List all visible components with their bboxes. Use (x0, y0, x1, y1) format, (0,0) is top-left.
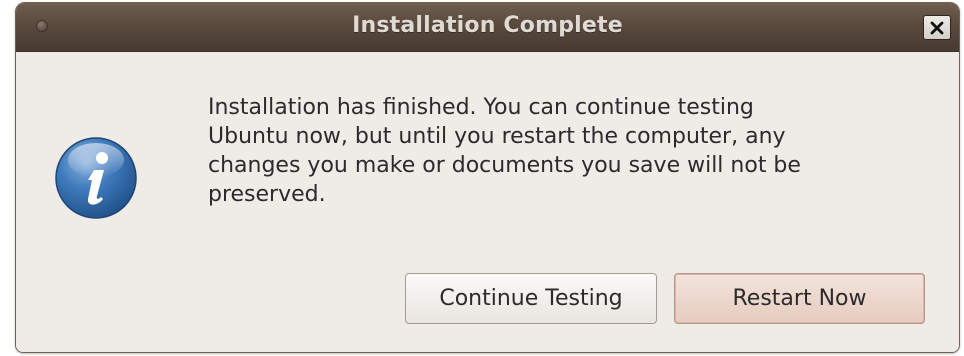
close-button[interactable] (923, 15, 951, 40)
dialog-message: Installation has finished. You can conti… (208, 95, 801, 207)
title-bar[interactable]: Installation Complete (16, 3, 959, 52)
continue-testing-button[interactable]: Continue Testing (405, 273, 657, 324)
window-title: Installation Complete (352, 13, 623, 38)
info-icon (55, 137, 137, 219)
close-icon (930, 21, 944, 34)
restart-now-button[interactable]: Restart Now (674, 273, 925, 324)
installation-complete-dialog: Installation Complete Installation has f… (15, 2, 960, 353)
dialog-body: Installation has finished. You can conti… (16, 52, 959, 352)
